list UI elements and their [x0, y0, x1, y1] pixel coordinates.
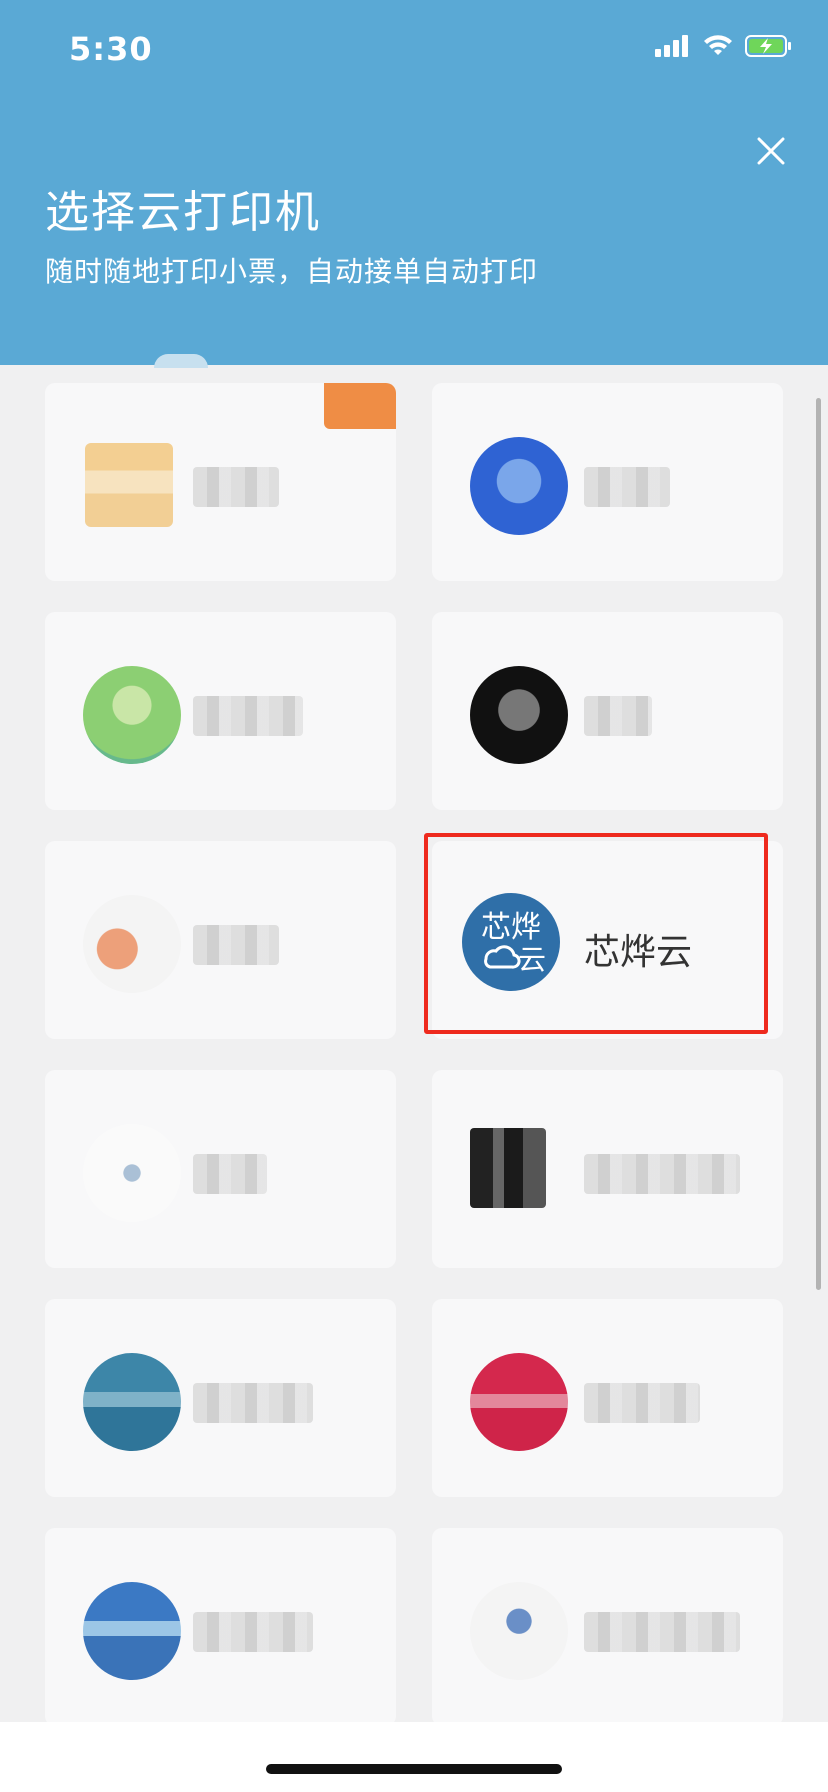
signal-icon — [655, 35, 688, 57]
printer-name-blurred — [193, 1612, 313, 1652]
scrollbar[interactable] — [816, 398, 821, 1290]
home-indicator[interactable] — [266, 1764, 562, 1774]
printer-logo-icon — [470, 666, 568, 764]
status-time: 5:30 — [69, 30, 153, 68]
home-bar-area — [0, 1722, 828, 1792]
printer-card[interactable] — [45, 1299, 396, 1497]
printer-name-blurred — [193, 696, 303, 736]
printer-logo-icon — [470, 437, 568, 535]
printer-logo-icon — [83, 666, 181, 764]
printer-card[interactable] — [45, 1528, 396, 1726]
battery-charging-icon — [745, 35, 791, 57]
printer-logo-icon — [83, 1124, 181, 1222]
printer-name-blurred — [584, 1612, 740, 1652]
printer-card[interactable] — [45, 383, 396, 581]
wifi-icon — [704, 35, 732, 55]
printer-logo-icon — [470, 1128, 546, 1208]
printer-card[interactable] — [432, 1299, 783, 1497]
page-title: 选择云打印机 — [45, 187, 321, 238]
printer-card[interactable] — [432, 612, 783, 810]
card-badge — [324, 383, 396, 429]
header-banner: 5:30 选择云打印机 随时随地打印小票，自动接单自动打印 — [0, 0, 828, 368]
printer-logo-icon — [85, 443, 173, 527]
close-icon[interactable] — [754, 134, 788, 168]
printer-card[interactable] — [432, 1528, 783, 1726]
printer-logo-icon — [470, 1353, 568, 1451]
page-subtitle: 随时随地打印小票，自动接单自动打印 — [45, 255, 539, 288]
printer-name-blurred — [584, 1383, 700, 1423]
selected-highlight-frame — [424, 833, 768, 1034]
printer-name-blurred — [584, 696, 652, 736]
printer-name-blurred — [193, 925, 279, 965]
printer-card[interactable] — [432, 383, 783, 581]
printer-name-blurred — [584, 467, 670, 507]
printer-name-blurred — [193, 1383, 313, 1423]
printer-card[interactable] — [45, 841, 396, 1039]
printer-name-blurred — [193, 1154, 267, 1194]
status-icons — [655, 34, 793, 58]
printer-name-blurred — [584, 1154, 740, 1194]
printer-card[interactable] — [432, 1070, 783, 1268]
printer-card[interactable] — [45, 612, 396, 810]
printer-card[interactable] — [45, 1070, 396, 1268]
printer-logo-icon — [83, 895, 181, 993]
printer-name-blurred — [193, 467, 279, 507]
header-tab-notch — [154, 354, 208, 368]
printer-logo-icon — [83, 1353, 181, 1451]
status-bar: 5:30 — [0, 0, 828, 100]
printer-logo-icon — [83, 1582, 181, 1680]
printer-logo-icon — [470, 1582, 568, 1680]
